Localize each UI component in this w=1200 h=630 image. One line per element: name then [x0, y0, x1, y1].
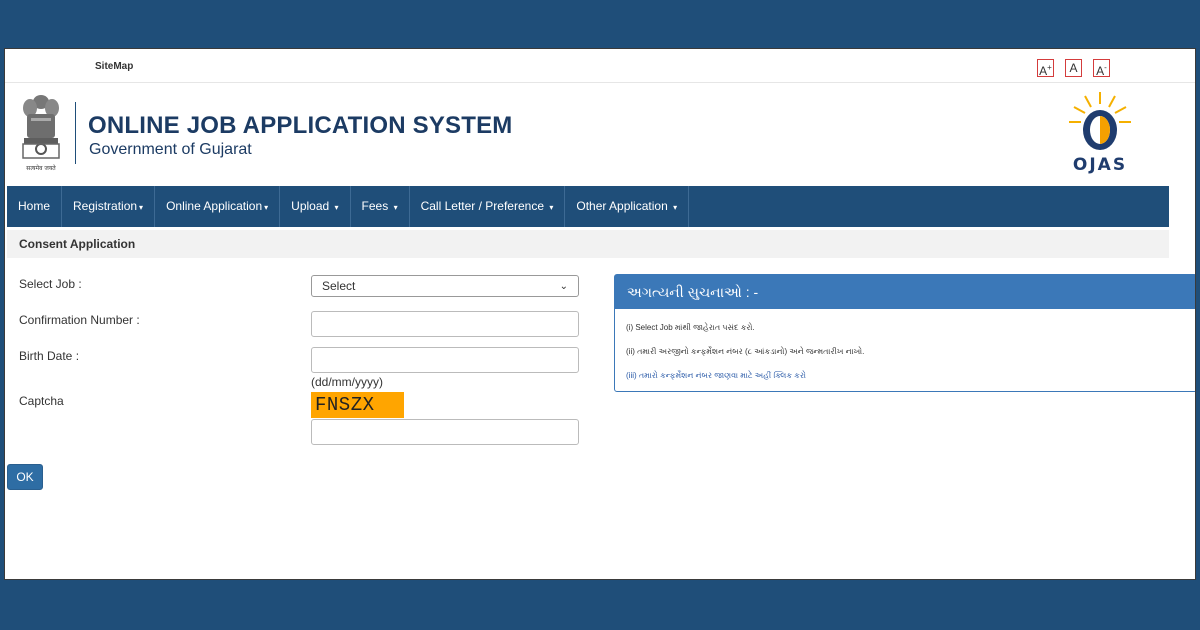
site-header: सत्यमेव जयते ONLINE JOB APPLICATION SYST…	[5, 84, 1195, 184]
instructions-title: અગત્યની સુચનાઓ : -	[615, 275, 1195, 309]
font-reset-button[interactable]: A	[1065, 59, 1082, 77]
caret-down-icon: ▾	[393, 203, 398, 212]
font-increase-label: A	[1039, 64, 1048, 78]
ojas-logo-icon: OJAS	[1069, 92, 1131, 175]
nav-call-letter[interactable]: Call Letter / Preference ▾	[410, 186, 566, 227]
browser-frame: SiteMap A+ A A- सत्यमेव जयते ONLINE JOB …	[4, 48, 1196, 580]
birth-date-input[interactable]	[311, 347, 579, 373]
top-bar: SiteMap A+ A A-	[5, 49, 1195, 83]
confirmation-number-input[interactable]	[311, 311, 579, 337]
select-job-value: Select	[322, 279, 356, 293]
nav-registration-label: Registration	[73, 199, 138, 213]
birth-date-format-hint: (dd/mm/yyyy)	[311, 375, 383, 389]
instruction-item-1: (i) Select Job માંથી જાહેરાત પસંદ કરો.	[626, 323, 755, 332]
caret-down-icon: ▾	[549, 203, 554, 212]
select-job-dropdown[interactable]: Select ⌄	[311, 275, 579, 297]
captcha-label: Captcha	[19, 394, 64, 408]
ojas-logo-text: OJAS	[1073, 155, 1127, 175]
nav-other-application[interactable]: Other Application ▾	[565, 186, 690, 227]
nav-online-application[interactable]: Online Application ▾	[155, 186, 281, 227]
header-divider	[75, 102, 76, 164]
nav-call-letter-label: Call Letter / Preference	[420, 199, 544, 213]
section-heading-bar: Consent Application	[7, 230, 1169, 258]
nav-other-application-label: Other Application	[576, 199, 668, 213]
nav-registration[interactable]: Registration ▾	[62, 186, 156, 227]
nav-upload-label: Upload	[291, 199, 330, 213]
instruction-item-2: (ii) તમારી અરજીનો કન્ફર્મેશન નંબર (૮ આંક…	[626, 347, 865, 356]
confirmation-lookup-link[interactable]: (iii) તમારો કન્ફર્મેશન નંબર જાણવા માટે અ…	[626, 371, 806, 381]
nav-fees-label: Fees	[361, 199, 389, 213]
chevron-down-icon: ⌄	[559, 280, 568, 292]
captcha-input[interactable]	[311, 419, 579, 445]
font-increase-suffix: +	[1047, 63, 1052, 72]
page-title: ONLINE JOB APPLICATION SYSTEM	[88, 112, 513, 139]
emblem-caption: सत्यमेव जयते	[26, 164, 56, 172]
nav-online-application-label: Online Application	[166, 199, 263, 213]
confirmation-number-label: Confirmation Number :	[19, 313, 140, 327]
section-heading: Consent Application	[19, 237, 136, 251]
select-job-label: Select Job :	[19, 277, 82, 291]
nav-home-label: Home	[18, 199, 51, 213]
font-increase-button[interactable]: A+	[1037, 59, 1054, 78]
caret-down-icon: ▾	[139, 203, 144, 212]
page-subtitle: Government of Gujarat	[89, 141, 252, 158]
font-decrease-label: A	[1096, 64, 1105, 78]
caret-down-icon: ▾	[673, 203, 678, 212]
nav-home[interactable]: Home	[7, 186, 63, 227]
ok-button[interactable]: OK	[7, 464, 43, 490]
main-nav: Home Registration ▾ Online Application ▾ U…	[7, 186, 1169, 227]
font-decrease-button[interactable]: A-	[1093, 59, 1110, 78]
font-decrease-suffix: -	[1104, 63, 1107, 72]
font-reset-label: A	[1069, 61, 1078, 75]
sitemap-link[interactable]: SiteMap	[95, 61, 133, 72]
nav-upload[interactable]: Upload ▾	[280, 186, 351, 227]
caret-down-icon: ▾	[334, 203, 339, 212]
caret-down-icon: ▾	[264, 203, 269, 212]
instructions-panel: અગત્યની સુચનાઓ : - (i) Select Job માંથી …	[614, 274, 1195, 392]
birth-date-label: Birth Date :	[19, 349, 80, 363]
captcha-image: FNSZX	[311, 392, 404, 418]
national-emblem-icon: सत्यमेव जयते	[22, 95, 60, 172]
font-size-controls: A+ A A-	[1037, 59, 1110, 78]
nav-fees[interactable]: Fees ▾	[351, 186, 410, 227]
